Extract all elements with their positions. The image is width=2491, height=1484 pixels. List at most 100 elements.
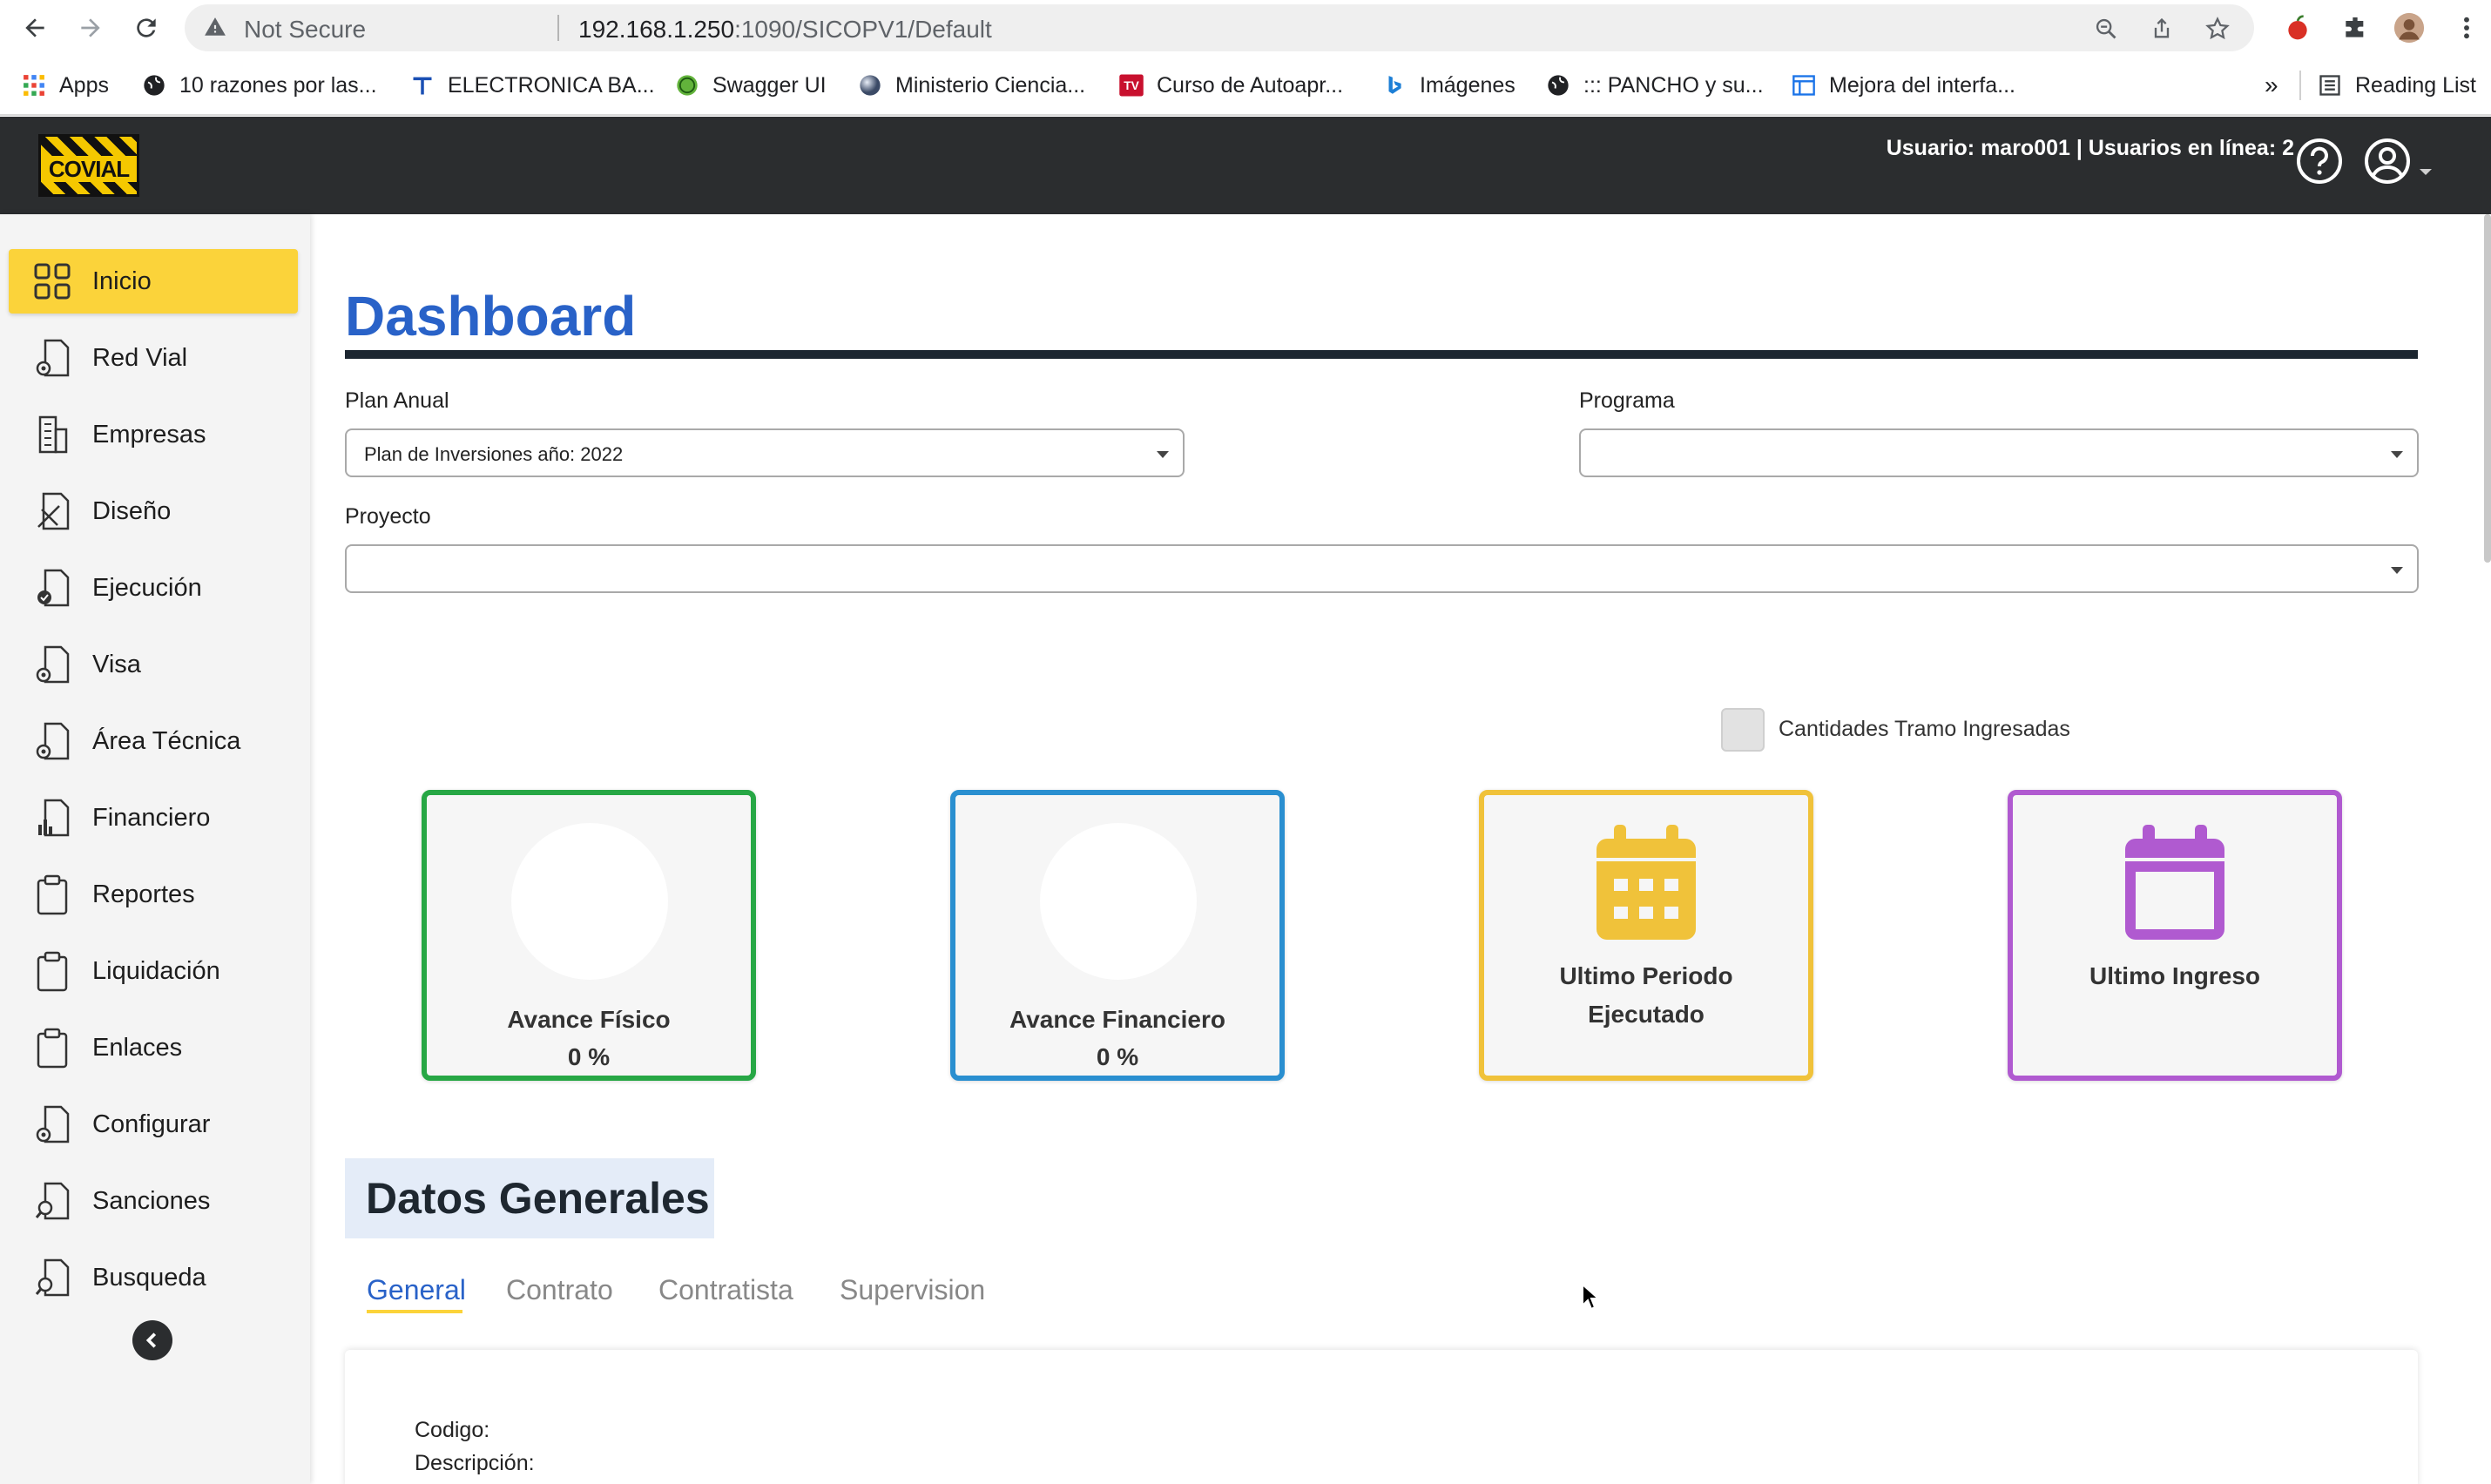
sidebar-item-configurar[interactable]: Configurar <box>9 1092 298 1157</box>
extension-apple-icon[interactable] <box>2282 12 2313 44</box>
bookmark-apps[interactable]: Apps <box>21 71 109 100</box>
page-scrollbar[interactable] <box>2484 214 2491 563</box>
bookmark-10-razones[interactable]: 10 razones por las... <box>141 71 377 100</box>
chevron-down-icon[interactable] <box>2420 169 2432 175</box>
descripcion-label: Descripción: <box>415 1451 535 1475</box>
profile-avatar-icon[interactable] <box>2393 12 2425 44</box>
reading-list-button[interactable]: Reading List <box>2317 71 2476 100</box>
url-host: 192.168.1.250 <box>578 16 735 43</box>
doc-gear-icon <box>31 337 73 379</box>
share-icon[interactable] <box>2148 15 2176 43</box>
bookmark-mejora[interactable]: Mejora del interfa... <box>1791 71 2015 100</box>
extensions-puzzle-icon[interactable] <box>2339 12 2371 44</box>
sidebar-item-area-tecnica[interactable]: Área Técnica <box>9 709 298 773</box>
doc-check-icon <box>31 567 73 609</box>
plan-anual-select[interactable]: Plan de Inversiones año: 2022 <box>345 428 1185 477</box>
apps-grid-icon <box>21 72 47 98</box>
doc-search-icon <box>31 1180 73 1222</box>
address-bar[interactable]: Not Secure 192.168.1.250:1090/SICOPV1/De… <box>185 4 2254 51</box>
doc-chart-icon <box>31 797 73 839</box>
programa-select[interactable] <box>1579 428 2419 477</box>
ultimo-ingreso-card[interactable]: Ultimo Ingreso <box>2008 790 2342 1081</box>
logo-text: COVIAL <box>48 156 130 182</box>
tv-icon: TV <box>1118 72 1144 98</box>
tab-supervision[interactable]: Supervision <box>840 1274 985 1306</box>
sidebar-item-diseno[interactable]: Diseño <box>9 479 298 543</box>
forward-button[interactable] <box>73 10 108 45</box>
sidebar-item-financiero[interactable]: Financiero <box>9 786 298 850</box>
bookmark-electronica[interactable]: ELECTRONICA BA... <box>409 71 655 100</box>
active-tab-indicator <box>367 1310 462 1313</box>
avance-fisico-card[interactable]: Avance Físico 0 % <box>422 790 756 1081</box>
bookmark-label: Apps <box>59 72 109 98</box>
bookmark-ministerio[interactable]: Ministerio Ciencia... <box>857 71 1085 100</box>
general-panel: Codigo: Descripción: <box>345 1350 2418 1484</box>
doc-gear-icon <box>31 720 73 762</box>
sidebar-item-liquidacion[interactable]: Liquidación <box>9 939 298 1003</box>
calendar-icon <box>2125 825 2224 940</box>
bookmark-swagger[interactable]: Swagger UI <box>674 71 827 100</box>
clipboard-icon <box>31 874 73 915</box>
cantidades-tramo-checkbox[interactable] <box>1721 708 1765 752</box>
sidebar-item-label: Área Técnica <box>92 726 241 755</box>
tab-general[interactable]: General <box>367 1274 466 1306</box>
bookmarks-divider <box>2299 71 2301 100</box>
plan-anual-value: Plan de Inversiones año: 2022 <box>364 443 624 465</box>
bookmark-curso[interactable]: TV Curso de Autoapr... <box>1118 71 1343 100</box>
tab-contratista[interactable]: Contratista <box>658 1274 793 1306</box>
sidebar-item-red-vial[interactable]: Red Vial <box>9 326 298 390</box>
arrow-left-icon <box>25 18 44 37</box>
bookmark-label: Swagger UI <box>712 72 827 98</box>
avance-financiero-card[interactable]: Avance Financiero 0 % <box>950 790 1285 1081</box>
bookmark-pancho[interactable]: ::: PANCHO y su... <box>1545 71 1764 100</box>
section-title: Datos Generales <box>366 1174 710 1223</box>
bing-icon <box>1381 72 1408 98</box>
bookmark-label: Ministerio Ciencia... <box>895 72 1086 98</box>
bookmark-label: Mejora del interfa... <box>1829 72 2015 98</box>
sidebar-item-empresas[interactable]: Empresas <box>9 402 298 467</box>
sidebar-item-busqueda[interactable]: Busqueda <box>9 1245 298 1310</box>
clipboard-icon <box>31 950 73 992</box>
covial-logo[interactable]: COVIAL <box>38 134 139 197</box>
reading-list-label: Reading List <box>2355 72 2476 98</box>
page-title: Dashboard <box>345 285 637 347</box>
sidebar-item-label: Liquidación <box>92 956 220 985</box>
plan-anual-label: Plan Anual <box>345 388 449 413</box>
sidebar-item-ejecucion[interactable]: Ejecución <box>9 556 298 620</box>
ultimo-periodo-card[interactable]: Ultimo Periodo Ejecutado <box>1479 790 1813 1081</box>
url-path: :1090/SICOPV1/Default <box>734 16 992 43</box>
tab-contrato[interactable]: Contrato <box>506 1274 613 1306</box>
url-text[interactable]: 192.168.1.250:1090/SICOPV1/Default <box>578 16 992 44</box>
zoom-icon[interactable] <box>2092 15 2120 43</box>
kebab-menu-icon[interactable] <box>2451 12 2482 44</box>
bookmarks-overflow-button[interactable]: » <box>2265 71 2278 100</box>
sidebar-item-sanciones[interactable]: Sanciones <box>9 1169 298 1233</box>
proyecto-select[interactable] <box>345 544 2419 593</box>
star-icon[interactable] <box>2204 15 2231 43</box>
reading-list-icon <box>2317 72 2343 98</box>
globe-icon <box>1545 72 1571 98</box>
not-secure-label: Not Secure <box>244 16 367 43</box>
sidebar-item-label: Sanciones <box>92 1186 211 1215</box>
programa-label: Programa <box>1579 388 1675 413</box>
sidebar-item-label: Financiero <box>92 803 211 832</box>
user-account-icon[interactable] <box>2362 136 2413 186</box>
help-icon[interactable] <box>2294 136 2345 186</box>
clipboard-icon <box>31 1027 73 1069</box>
sidebar-item-enlaces[interactable]: Enlaces <box>9 1015 298 1080</box>
caret-down-icon <box>2391 451 2403 458</box>
doc-pencil-icon <box>31 490 73 532</box>
caret-down-icon <box>2391 567 2403 574</box>
sidebar-item-label: Configurar <box>92 1110 211 1138</box>
chevron-left-icon <box>145 1332 157 1348</box>
reload-button[interactable] <box>129 10 164 45</box>
arrow-right-icon <box>81 18 100 37</box>
sidebar-item-visa[interactable]: Visa <box>9 632 298 697</box>
sidebar-item-inicio[interactable]: Inicio <box>9 249 298 314</box>
sidebar-item-reportes[interactable]: Reportes <box>9 862 298 927</box>
reload-icon <box>137 18 156 37</box>
bookmark-imagenes[interactable]: Imágenes <box>1381 71 1516 100</box>
cantidades-tramo-label: Cantidades Tramo Ingresadas <box>1779 717 2070 741</box>
collapse-sidebar-button[interactable] <box>132 1320 172 1360</box>
back-button[interactable] <box>17 10 52 45</box>
